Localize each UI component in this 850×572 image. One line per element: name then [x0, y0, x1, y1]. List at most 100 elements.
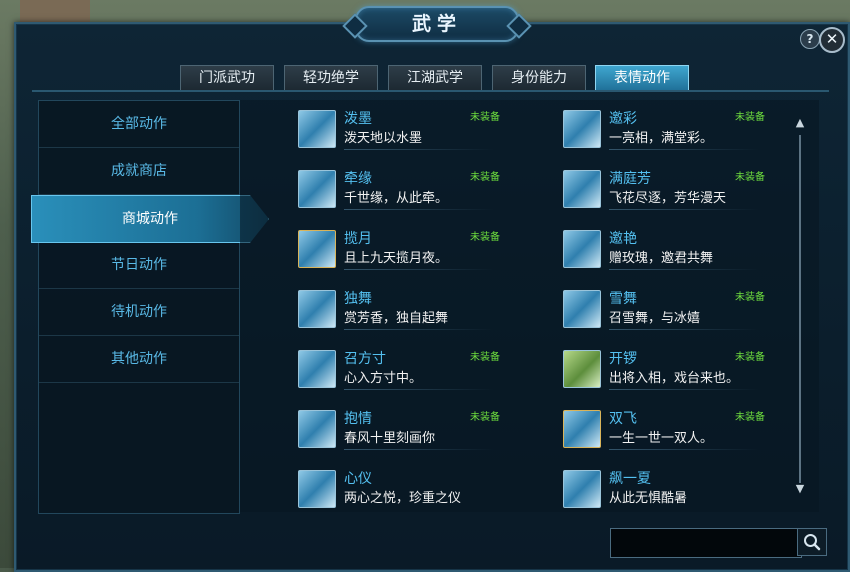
- solo-dance-icon: [298, 290, 336, 328]
- unequipped-tag: 未装备: [735, 172, 765, 183]
- action-item[interactable]: 开锣 出将入相，戏台来也。 未装备: [563, 346, 808, 398]
- bow-couple-icon: [298, 470, 336, 508]
- rose-dance-icon: [563, 230, 601, 268]
- flower-dance-icon: [563, 170, 601, 208]
- action-name: 泼墨: [344, 111, 372, 127]
- action-name: 双飞: [609, 411, 637, 427]
- moon-reach-icon: [298, 230, 336, 268]
- action-name: 召方寸: [344, 351, 386, 367]
- action-item[interactable]: 揽月 且上九天揽月夜。 未装备: [298, 226, 543, 278]
- category-festival[interactable]: 节日动作: [39, 242, 239, 289]
- item-divider: [344, 209, 494, 210]
- action-item[interactable]: 邀彩 一亮相，满堂彩。 未装备: [563, 106, 808, 158]
- unequipped-tag: 未装备: [470, 112, 500, 123]
- scrollbar-track[interactable]: [799, 135, 801, 483]
- performer-icon: [563, 110, 601, 148]
- summer-icon: [563, 470, 601, 508]
- item-divider: [344, 149, 494, 150]
- action-name: 邀彩: [609, 111, 637, 127]
- dragon-icon: [298, 170, 336, 208]
- opera-icon: [563, 350, 601, 388]
- item-divider: [609, 149, 759, 150]
- action-desc: 春风十里刻画你: [344, 431, 436, 446]
- action-item[interactable]: 独舞 赏芳香，独自起舞: [298, 286, 543, 338]
- search-icon: [804, 534, 821, 551]
- action-name: 抱情: [344, 411, 372, 427]
- search-input[interactable]: [610, 528, 802, 558]
- item-divider: [609, 269, 759, 270]
- stage-icon: [298, 350, 336, 388]
- unequipped-tag: 未装备: [735, 112, 765, 123]
- category-all[interactable]: 全部动作: [39, 101, 239, 148]
- unequipped-tag: 未装备: [470, 412, 500, 423]
- action-desc: 且上九天揽月夜。: [344, 251, 449, 266]
- item-divider: [344, 449, 494, 450]
- action-desc: 出将入相，戏台来也。: [609, 371, 740, 386]
- action-item[interactable]: 满庭芳 飞花尽逐，芳华漫天 未装备: [563, 166, 808, 218]
- scroll-down-arrow-icon[interactable]: ▼: [794, 481, 806, 497]
- action-desc: 赠玫瑰，邀君共舞: [609, 251, 714, 266]
- action-name: 揽月: [344, 231, 372, 247]
- window-title: 武学: [355, 6, 519, 42]
- action-name: 独舞: [344, 291, 372, 307]
- item-divider: [609, 449, 759, 450]
- item-divider: [344, 269, 494, 270]
- action-desc: 飞花尽逐，芳华漫天: [609, 191, 727, 206]
- action-desc: 千世缘，从此牵。: [344, 191, 449, 206]
- tab-emote-actions[interactable]: 表情动作: [595, 65, 689, 92]
- action-name: 牵缘: [344, 171, 372, 187]
- action-item[interactable]: 抱情 春风十里刻画你 未装备: [298, 406, 543, 458]
- unequipped-tag: 未装备: [470, 232, 500, 243]
- tab-sect-skills[interactable]: 门派武功: [180, 65, 274, 92]
- unequipped-tag: 未装备: [735, 412, 765, 423]
- action-desc: 两心之悦，珍重之仪: [344, 491, 462, 506]
- action-item[interactable]: 飙一夏 从此无惧酷暑: [563, 466, 808, 518]
- action-name: 开锣: [609, 351, 637, 367]
- help-button[interactable]: ?: [800, 29, 820, 49]
- action-item[interactable]: 双飞 一生一世一双人。 未装备: [563, 406, 808, 458]
- close-button[interactable]: ✕: [819, 27, 845, 53]
- category-idle[interactable]: 待机动作: [39, 289, 239, 336]
- action-item[interactable]: 雪舞 召雪舞，与冰嬉 未装备: [563, 286, 808, 338]
- action-desc: 一生一世一双人。: [609, 431, 714, 446]
- item-divider: [344, 329, 494, 330]
- action-item[interactable]: 心仪 两心之悦，珍重之仪: [298, 466, 543, 518]
- category-mall-actions[interactable]: 商城动作: [31, 195, 269, 243]
- action-desc: 从此无惧酷暑: [609, 491, 688, 506]
- category-list: 全部动作 成就商店 商城动作 节日动作 待机动作 其他动作: [31, 100, 269, 514]
- search-button[interactable]: [797, 528, 827, 556]
- action-name: 心仪: [344, 471, 372, 487]
- action-desc: 一亮相，满堂彩。: [609, 131, 714, 146]
- action-desc: 泼天地以水墨: [344, 131, 423, 146]
- action-name: 邀艳: [609, 231, 637, 247]
- item-divider: [344, 389, 494, 390]
- item-divider: [609, 209, 759, 210]
- scroll-up-arrow-icon[interactable]: ▲: [794, 115, 806, 131]
- couple-fly-icon: [563, 410, 601, 448]
- item-divider: [609, 329, 759, 330]
- embrace-icon: [298, 410, 336, 448]
- tab-identity-abilities[interactable]: 身份能力: [492, 65, 586, 92]
- action-item[interactable]: 邀艳 赠玫瑰，邀君共舞: [563, 226, 808, 278]
- action-name: 雪舞: [609, 291, 637, 307]
- action-name: 满庭芳: [609, 171, 651, 187]
- action-item[interactable]: 召方寸 心入方寸中。 未装备: [298, 346, 543, 398]
- category-achievement-shop[interactable]: 成就商店: [39, 148, 239, 195]
- category-other[interactable]: 其他动作: [39, 336, 239, 383]
- action-desc: 召雪舞，与冰嬉: [609, 311, 701, 326]
- unequipped-tag: 未装备: [735, 352, 765, 363]
- ink-splash-icon: [298, 110, 336, 148]
- unequipped-tag: 未装备: [470, 352, 500, 363]
- action-desc: 心入方寸中。: [344, 371, 423, 386]
- action-name: 飙一夏: [609, 471, 651, 487]
- item-divider: [609, 389, 759, 390]
- unequipped-tag: 未装备: [470, 172, 500, 183]
- tab-jianghu-skills[interactable]: 江湖武学: [388, 65, 482, 92]
- unequipped-tag: 未装备: [735, 292, 765, 303]
- tab-divider: [32, 90, 829, 92]
- action-item[interactable]: 泼墨 泼天地以水墨 未装备: [298, 106, 543, 158]
- tab-lightness-skills[interactable]: 轻功绝学: [284, 65, 378, 92]
- action-item[interactable]: 牵缘 千世缘，从此牵。 未装备: [298, 166, 543, 218]
- snow-dance-icon: [563, 290, 601, 328]
- action-desc: 赏芳香，独自起舞: [344, 311, 449, 326]
